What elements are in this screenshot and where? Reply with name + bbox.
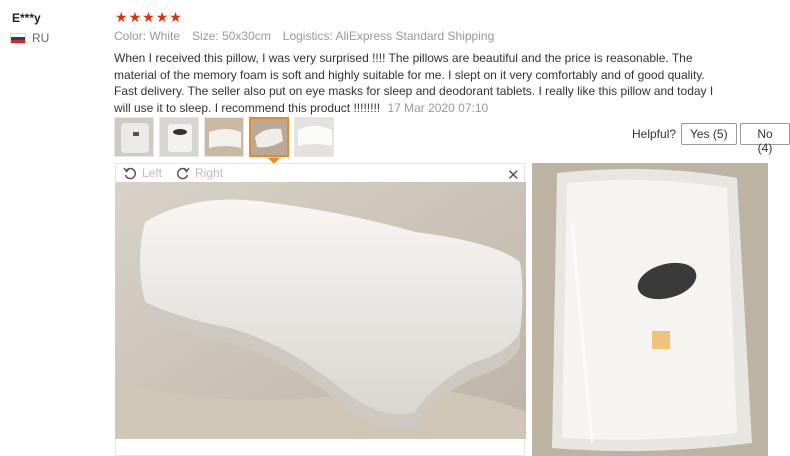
russia-flag-icon <box>10 32 26 44</box>
size-attribute: Size: 50x30cm <box>192 29 271 43</box>
star-rating: ★ ★ ★ ★ ★ <box>115 9 182 25</box>
star-icon: ★ <box>169 9 182 25</box>
rotate-right-button[interactable]: Right <box>176 166 223 180</box>
reviewer-country: RU <box>10 31 49 45</box>
rotate-left-button[interactable]: Left <box>123 166 162 180</box>
review-thumbnails <box>114 117 334 157</box>
helpful-yes-button[interactable]: Yes (5) <box>681 123 737 145</box>
star-icon: ★ <box>128 9 142 25</box>
thumbnail-pillow-side[interactable] <box>204 117 244 157</box>
logistics-attribute: Logistics: AliExpress Standard Shipping <box>282 29 495 43</box>
review-date: 17 Mar 2020 07:10 <box>387 100 489 115</box>
review-photo-package <box>532 163 768 456</box>
thumbnail-eye-mask[interactable] <box>159 117 199 157</box>
reviewer-name: E***y <box>12 11 41 25</box>
rotate-left-icon <box>123 167 137 180</box>
helpful-no-button[interactable]: No (4) <box>740 123 790 155</box>
country-code: RU <box>32 31 50 45</box>
star-icon: ★ <box>115 9 128 25</box>
review-text: When I received this pillow, I was very … <box>114 50 714 116</box>
thumbnail-pillow-package[interactable] <box>114 117 154 157</box>
rotate-right-icon <box>176 167 190 180</box>
thumbnail-pillow-white[interactable] <box>294 117 334 157</box>
viewer-toolbar: Left Right <box>123 166 223 180</box>
color-attribute: Color: White <box>114 29 181 43</box>
order-attributes: Color: White Size: 50x30cm Logistics: Al… <box>114 29 494 43</box>
star-icon: ★ <box>155 9 169 25</box>
helpful-label: Helpful? <box>632 127 677 141</box>
star-icon: ★ <box>142 9 155 25</box>
thumbnail-pillow-on-bed[interactable] <box>249 117 289 157</box>
review-photo-large <box>115 182 526 439</box>
